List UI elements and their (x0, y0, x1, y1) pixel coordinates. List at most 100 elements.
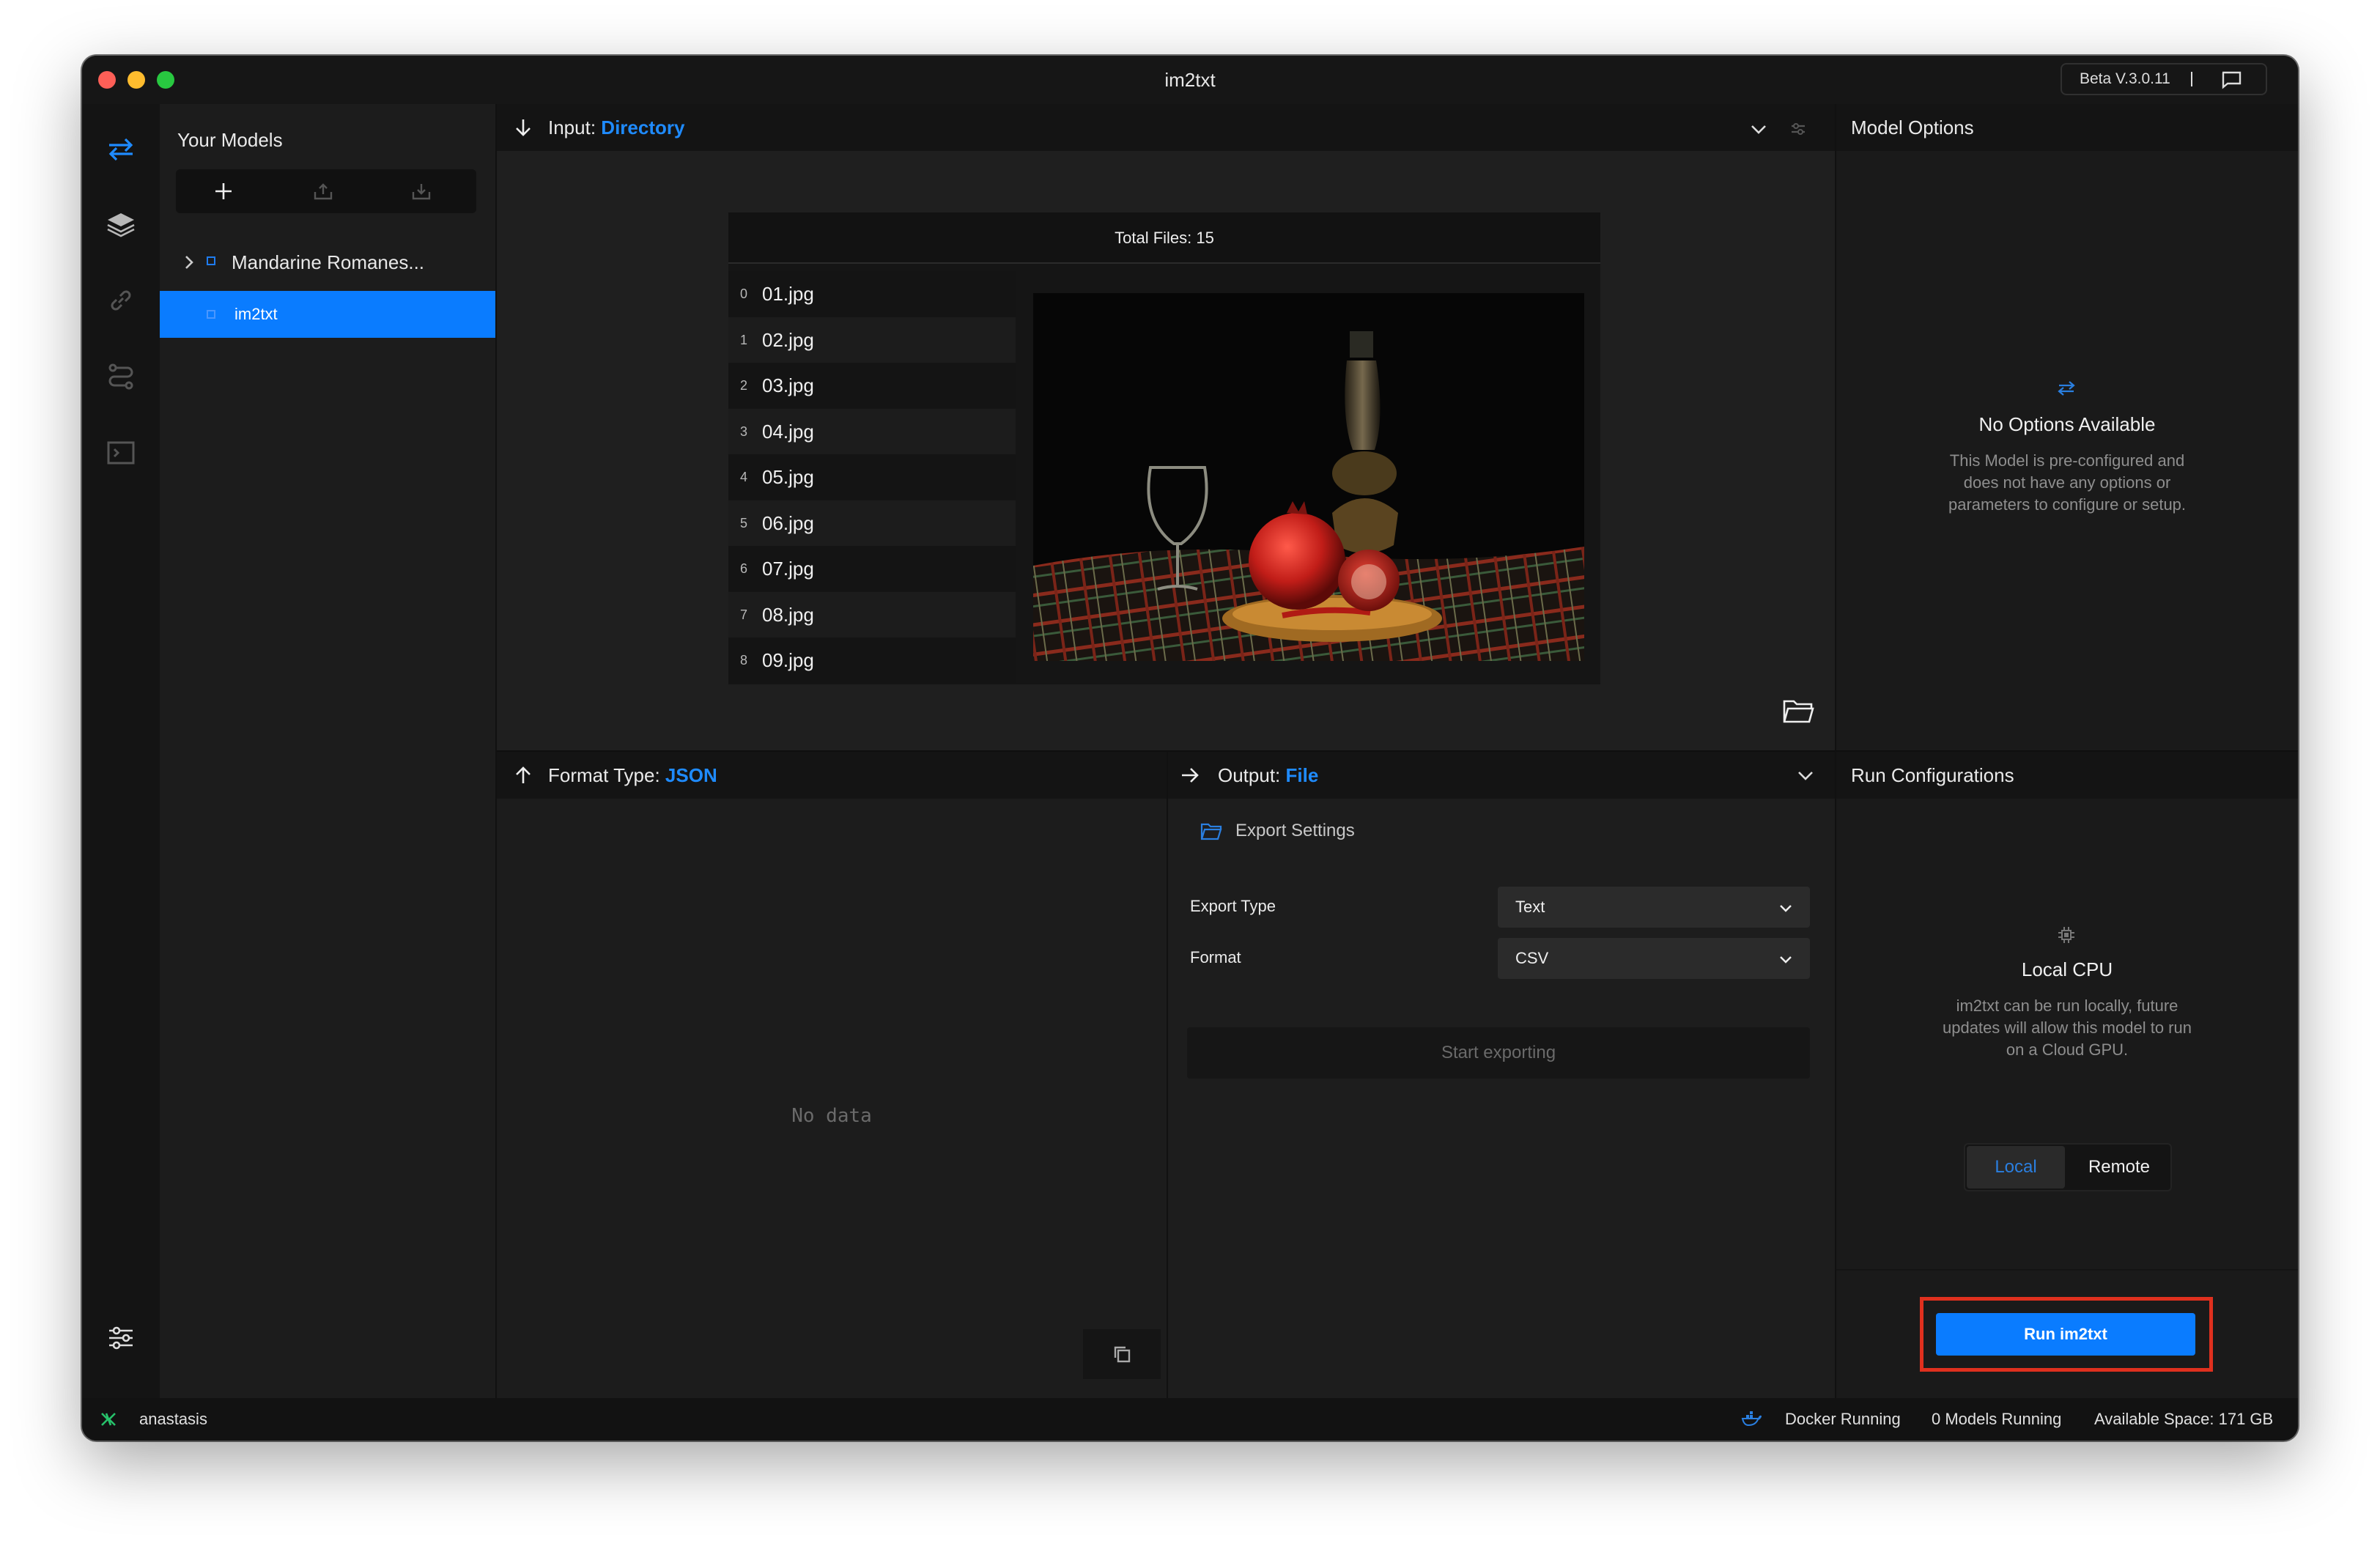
models-running-status: 0 Models Running (1932, 1410, 2062, 1428)
model-square-icon (207, 256, 215, 265)
run-mode-line: updates will allow this model to run (1943, 1019, 2192, 1037)
no-options-line: This Model is pre-configured and (1949, 451, 2185, 470)
model-item-label: im2txt (234, 305, 278, 323)
chevron-down-icon (1780, 956, 1792, 964)
chevron-down-icon[interactable] (1748, 119, 1769, 139)
cpu-icon (2056, 925, 2077, 945)
file-list-row[interactable]: 6 07.jpg (728, 546, 1016, 591)
file-list-row[interactable]: 4 05.jpg (728, 454, 1016, 500)
file-name: 05.jpg (762, 466, 814, 488)
route-icon[interactable] (102, 358, 140, 396)
input-type-value: Directory (601, 117, 685, 138)
feedback-icon[interactable] (2220, 70, 2242, 89)
run-divider (1836, 1269, 2298, 1271)
input-header (497, 104, 1835, 151)
add-model-button[interactable] (198, 169, 249, 213)
remote-option[interactable]: Remote (2069, 1146, 2169, 1188)
format-panel (497, 750, 1167, 1398)
output-label: Output: (1218, 764, 1281, 786)
output-type-value: File (1285, 764, 1319, 786)
models-title: Your Models (177, 129, 283, 151)
format-type-label[interactable]: Format Type: JSON (548, 752, 717, 799)
chevron-down-icon (1780, 905, 1792, 912)
layers-icon[interactable] (102, 205, 140, 243)
no-data-text: No data (791, 1105, 872, 1127)
download-model-button[interactable] (396, 169, 447, 213)
no-options-line: does not have any options or (1963, 473, 2171, 492)
file-name: 03.jpg (762, 374, 814, 396)
arrow-up-icon (513, 765, 533, 785)
output-type-label[interactable]: Output: File (1218, 752, 1318, 799)
file-list-row[interactable]: 0 01.jpg (728, 271, 1016, 317)
model-square-icon (207, 310, 215, 319)
folder-icon (1200, 822, 1222, 841)
run-mode-text: im2txt can be run locally, future update… (1836, 995, 2298, 1061)
file-index: 7 (740, 607, 748, 622)
terminal-icon[interactable] (102, 434, 140, 472)
copy-button[interactable] (1083, 1329, 1161, 1379)
format-field-label: Format (1190, 948, 1241, 966)
chevron-down-icon[interactable] (1795, 765, 1816, 785)
file-list-row[interactable]: 5 06.jpg (728, 500, 1016, 546)
file-name: 04.jpg (762, 420, 814, 443)
file-name: 06.jpg (762, 511, 814, 534)
input-type-label[interactable]: Input: Directory (548, 104, 684, 151)
input-label: Input: (548, 117, 596, 138)
model-group-item[interactable]: Mandarine Romanes... (160, 239, 497, 286)
app-logo-icon (100, 1411, 117, 1428)
model-options-title: Model Options (1851, 117, 1974, 138)
file-index: 8 (740, 653, 748, 668)
model-group-label: Mandarine Romanes... (232, 251, 425, 273)
file-index: 4 (740, 470, 748, 484)
file-list-row[interactable]: 2 03.jpg (728, 363, 1016, 408)
docker-status: Docker Running (1785, 1410, 1901, 1428)
no-options-text: This Model is pre-configured and does no… (1836, 450, 2298, 516)
arrow-down-icon (513, 117, 533, 138)
file-list-row[interactable]: 3 04.jpg (728, 408, 1016, 454)
total-files-label: Total Files: 15 (728, 212, 1600, 264)
file-index: 3 (740, 424, 748, 439)
swap-arrows-icon[interactable] (102, 130, 140, 169)
docker-icon (1741, 1410, 1762, 1427)
link-icon[interactable] (102, 281, 140, 319)
chevron-right-icon (185, 256, 193, 269)
upload-model-button[interactable] (298, 169, 349, 213)
file-name: 09.jpg (762, 649, 814, 671)
file-list-row[interactable]: 8 09.jpg (728, 637, 1016, 683)
export-type-label: Export Type (1190, 897, 1276, 915)
filter-icon[interactable] (1789, 120, 1807, 138)
run-button-highlight (1920, 1297, 2213, 1372)
file-list-row[interactable]: 7 08.jpg (728, 591, 1016, 637)
file-name: 01.jpg (762, 283, 814, 305)
add-icon (215, 183, 232, 199)
file-name: 07.jpg (762, 558, 814, 580)
version-separator (2191, 72, 2192, 86)
model-item-selected[interactable]: im2txt (160, 291, 495, 338)
local-option[interactable]: Local (1967, 1146, 2065, 1188)
format-type-value: JSON (665, 764, 717, 786)
export-settings-title: Export Settings (1235, 821, 1355, 840)
file-name: 08.jpg (762, 603, 814, 626)
no-options-line: parameters to configure or setup. (1948, 495, 2187, 514)
run-config-title: Run Configurations (1851, 764, 2014, 786)
upload-icon (314, 183, 333, 200)
start-exporting-button[interactable]: Start exporting (1187, 1027, 1810, 1079)
sliders-icon[interactable] (102, 1319, 140, 1357)
download-icon (412, 184, 431, 200)
format-label: Format Type: (548, 764, 660, 786)
copy-icon (1114, 1346, 1131, 1363)
app-title: im2txt (1164, 69, 1216, 91)
open-folder-icon[interactable] (1782, 698, 1814, 724)
file-list-row[interactable]: 1 02.jpg (728, 317, 1016, 363)
version-label: Beta V.3.0.11 (2080, 70, 2170, 87)
export-type-value: Text (1515, 898, 1545, 916)
file-index: 0 (740, 286, 748, 301)
format-select-value: CSV (1515, 949, 1549, 967)
file-name: 02.jpg (762, 328, 814, 351)
file-index: 1 (740, 332, 748, 347)
status-user: anastasis (139, 1410, 207, 1428)
format-select[interactable]: CSV (1498, 938, 1810, 979)
run-mode-line: im2txt can be run locally, future (1956, 997, 2178, 1015)
available-space-status: Available Space: 171 GB (2094, 1410, 2274, 1428)
export-type-select[interactable]: Text (1498, 887, 1810, 928)
